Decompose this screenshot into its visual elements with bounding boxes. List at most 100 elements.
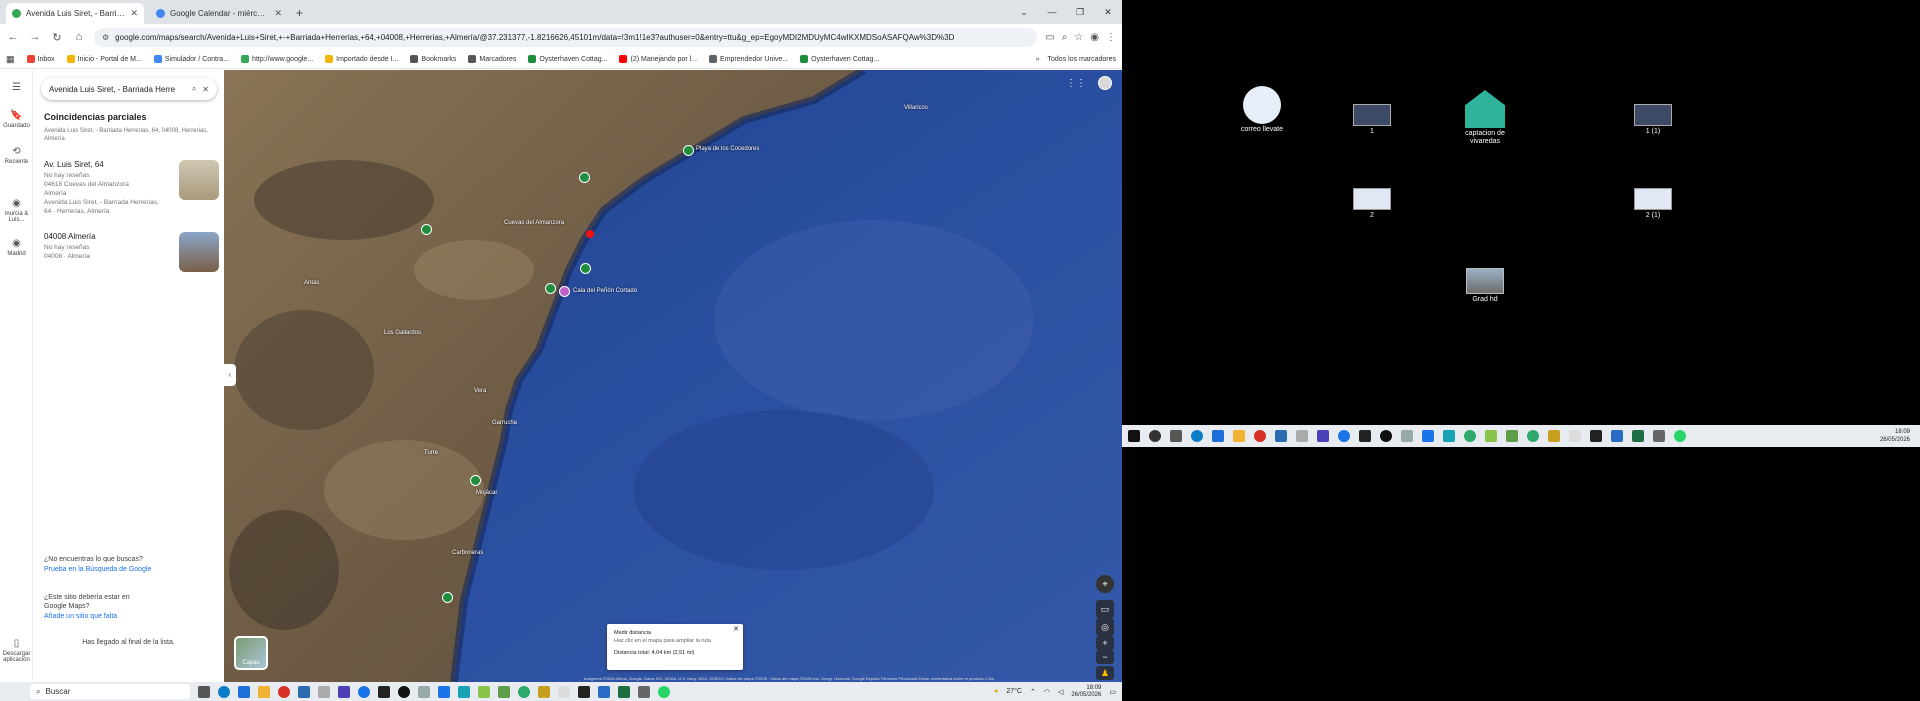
my-location-icon[interactable]: ◎ [1096, 618, 1114, 636]
rail-recent-place-1[interactable]: ◉ murcia & Luis... [0, 198, 33, 223]
rail-saved[interactable]: 🔖 Guardado [0, 110, 33, 129]
result-item[interactable]: Av. Luis Siret, 64 No hay reseñas 04618 … [44, 160, 219, 216]
app-icon[interactable] [578, 685, 590, 698]
bookmark-item[interactable]: Oysterhaven Cottag... [528, 55, 607, 63]
notifications-icon[interactable]: ▭ [1109, 688, 1116, 696]
app-icon[interactable] [318, 685, 330, 698]
desktop-icon[interactable]: 2 [1342, 188, 1402, 220]
result-item[interactable]: 04008 Almería No hay reseñas 04008 · Alm… [44, 232, 219, 272]
layers-button[interactable]: Capas [234, 636, 268, 670]
clear-search-icon[interactable]: ✕ [202, 85, 209, 94]
bookmark-item[interactable]: http://www.google... [241, 55, 313, 63]
poi-pin-icon[interactable] [545, 283, 556, 294]
clock[interactable]: 18:09 26/05/2026 [1071, 685, 1101, 699]
desktop-icon[interactable]: captacion de vivaredas [1455, 90, 1515, 146]
poi-pin-icon[interactable] [421, 224, 432, 235]
app-icon[interactable] [378, 685, 390, 698]
result-photo[interactable] [179, 232, 219, 272]
taskbar-search[interactable]: ⌕ Buscar [30, 684, 190, 699]
edge-icon[interactable] [1191, 430, 1203, 442]
app-icon[interactable] [538, 685, 550, 698]
poi-pin-icon[interactable] [683, 145, 694, 156]
close-measure-icon[interactable]: ✕ [733, 626, 739, 634]
bookmark-item[interactable]: Inbox [26, 55, 55, 63]
more-bookmarks-icon[interactable]: » [1036, 56, 1040, 63]
volume-icon[interactable]: ◁ [1058, 688, 1063, 696]
zoom-in-icon[interactable]: + [1096, 636, 1114, 650]
restore-icon[interactable]: ❐ [1066, 0, 1094, 24]
site-info-icon[interactable]: ⚙ [102, 33, 109, 42]
app-icon[interactable] [1548, 430, 1560, 442]
tab-calendar[interactable]: Google Calendar - miércoles, 2 ✕ [150, 3, 288, 24]
bookmark-item[interactable]: Inicio - Portal de M... [66, 55, 142, 63]
search-icon[interactable]: ⌕ [192, 84, 196, 94]
desktop-icon[interactable]: Grad hd [1455, 268, 1515, 304]
maps-search-box[interactable]: Avenida Luis Siret, - Barriada Herre ⌕ ✕ [41, 78, 217, 100]
app-icon[interactable] [1527, 430, 1539, 442]
file-explorer-icon[interactable] [258, 685, 270, 698]
apps-grid-icon[interactable]: ▦ [6, 54, 15, 65]
app-icon[interactable] [458, 685, 470, 698]
chrome-icon[interactable] [278, 685, 290, 698]
app-icon[interactable] [338, 685, 350, 698]
rail-recent-place-2[interactable]: ◉ Madrid [0, 238, 33, 257]
bookmark-item[interactable]: Oysterhaven Cottag... [800, 55, 879, 63]
app-icon[interactable] [438, 685, 450, 698]
app-icon[interactable] [1422, 430, 1434, 442]
app-icon[interactable] [1338, 430, 1350, 442]
app-icon[interactable] [1401, 430, 1413, 442]
desktop-icon[interactable]: 2 (1) [1623, 188, 1683, 220]
zoom-icon[interactable]: ⌕ [1062, 32, 1068, 43]
app-icon[interactable] [1275, 430, 1287, 442]
location-pin-icon[interactable] [586, 230, 594, 238]
bookmark-item[interactable]: Importado desde I... [325, 55, 398, 63]
app-icon[interactable] [358, 685, 370, 698]
app-icon[interactable] [1359, 430, 1371, 442]
file-explorer-icon[interactable] [1233, 430, 1245, 442]
weather-icon[interactable]: ● [994, 688, 998, 695]
add-missing-place-link[interactable]: Añade un sitio que falta [44, 613, 117, 620]
google-apps-icon[interactable]: ⋮⋮ [1066, 78, 1086, 89]
forward-icon[interactable]: → [28, 31, 42, 43]
app-icon[interactable] [598, 685, 610, 698]
result-photo[interactable] [179, 160, 219, 200]
weather-temp[interactable]: 27°C [1006, 688, 1022, 695]
poi-pin-icon[interactable] [470, 475, 481, 486]
tab-maps[interactable]: Avenida Luis Siret, - Barriada H ✕ [6, 3, 144, 24]
profile-icon[interactable]: ◉ [1090, 32, 1099, 43]
back-icon[interactable]: ← [6, 31, 20, 43]
clock[interactable]: 18:09 26/05/2026 [1880, 428, 1910, 444]
tiktok-icon[interactable] [398, 685, 410, 698]
bookmark-item[interactable]: Marcadores [468, 55, 516, 63]
bookmark-item[interactable]: Bookmarks [410, 55, 456, 63]
reload-icon[interactable]: ↻ [50, 31, 64, 44]
bookmark-item[interactable]: Emprendedor Unive... [709, 55, 788, 63]
wifi-icon[interactable]: ◠ [1044, 688, 1050, 696]
app-icon[interactable] [1611, 430, 1623, 442]
outlook-icon[interactable] [1212, 430, 1224, 442]
excel-icon[interactable] [618, 685, 630, 698]
install-app-icon[interactable]: ▭ [1045, 32, 1054, 43]
google-search-link[interactable]: Prueba en la Búsqueda de Google [44, 566, 151, 573]
compass-icon[interactable]: ⌖ [1096, 575, 1114, 593]
desktop-icon[interactable]: 1 (1) [1623, 104, 1683, 136]
search-input[interactable]: Avenida Luis Siret, - Barriada Herre [49, 85, 186, 94]
start-icon[interactable] [1128, 430, 1140, 442]
desktop-icon[interactable]: correo llevate [1232, 86, 1292, 134]
excel-icon[interactable] [1632, 430, 1644, 442]
bookmark-item[interactable]: Simulador / Contra... [153, 55, 229, 63]
street-view-icon[interactable]: ♟ [1096, 666, 1114, 680]
home-icon[interactable]: ⌂ [72, 31, 86, 43]
menu-button[interactable]: ☰ [0, 82, 33, 95]
idealista-icon[interactable] [478, 685, 490, 698]
app-icon[interactable] [1569, 430, 1581, 442]
zoom-out-icon[interactable]: − [1096, 650, 1114, 664]
app-icon[interactable] [1506, 430, 1518, 442]
search-icon[interactable] [1149, 430, 1161, 442]
whatsapp-icon[interactable] [658, 685, 670, 698]
satellite-map[interactable]: ⋮⋮ Playa de los Cocedores Cala del Peñón… [224, 70, 1122, 682]
task-view-icon[interactable] [198, 685, 210, 698]
app-icon[interactable] [1464, 430, 1476, 442]
chrome-icon[interactable] [1254, 430, 1266, 442]
app-icon[interactable] [518, 685, 530, 698]
